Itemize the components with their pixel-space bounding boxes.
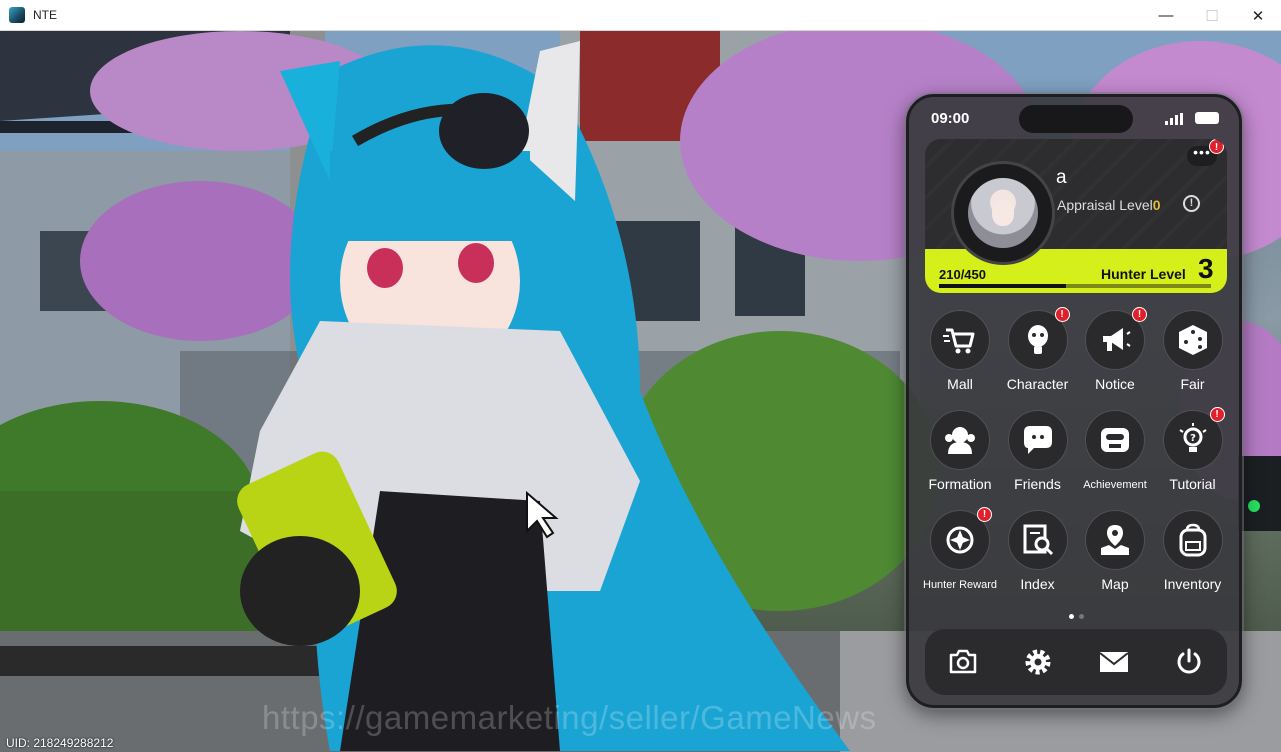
exp-text: 210/450 — [939, 267, 986, 282]
phone-dock — [925, 629, 1227, 695]
app-icon — [9, 7, 25, 23]
watermark-text: https://gamemarketing/seller/GameNews — [262, 699, 877, 736]
uid-label: UID: 218249288212 — [6, 736, 114, 750]
achievement-button[interactable] — [1085, 410, 1145, 470]
menu-tile-label: Tutorial — [1169, 476, 1216, 492]
achievement-icon — [1101, 428, 1129, 452]
menu-tile-index[interactable]: Index — [999, 510, 1077, 602]
exp-progress-track — [939, 284, 1211, 288]
settings-icon — [1025, 649, 1051, 675]
camera-icon — [949, 649, 976, 674]
window-title: NTE — [33, 8, 57, 22]
profile-card[interactable]: ••• ! a Appraisal Level0 ! 210/450 Hunte… — [925, 139, 1227, 293]
menu-tile-label: Friends — [1014, 476, 1061, 492]
map-icon — [1101, 525, 1129, 555]
dice-icon — [1178, 325, 1207, 355]
svg-text:?: ? — [1190, 433, 1196, 444]
menu-tile-notice[interactable]: ! Notice — [1076, 307, 1154, 402]
window-titlebar: NTE — ☐ ✕ — [0, 0, 1281, 31]
menu-tile-label: Formation — [928, 476, 992, 492]
menu-tile-label: Fair — [1180, 376, 1205, 392]
appraisal-label: Appraisal Level — [1057, 197, 1153, 213]
menu-tile-hunter-reward[interactable]: ! Hunter Reward — [921, 507, 999, 602]
phone-menu: 09:00 ••• ! a Appraisal Level0 ! 210/450… — [906, 94, 1242, 708]
menu-tile-formation[interactable]: Formation — [921, 410, 999, 502]
formation-icon — [945, 427, 975, 454]
mail-icon — [1099, 652, 1129, 672]
page-dot-active[interactable] — [1069, 614, 1074, 619]
menu-tile-map[interactable]: Map — [1076, 510, 1154, 602]
avatar-frame[interactable] — [951, 161, 1055, 265]
mall-button[interactable] — [930, 310, 990, 370]
menu-tile-fair[interactable]: Fair — [1154, 310, 1232, 402]
power-button[interactable] — [1169, 642, 1209, 682]
minimize-button[interactable]: — — [1143, 0, 1189, 31]
notification-badge-icon: ! — [1054, 307, 1070, 322]
menu-tile-achievement[interactable]: Achievement — [1076, 410, 1154, 502]
crosshair-icon — [946, 526, 974, 554]
exp-progress-fill — [939, 284, 1066, 288]
more-badge-icon: ! — [1209, 139, 1224, 154]
menu-tile-label: Achievement — [1083, 479, 1147, 491]
index-button[interactable] — [1007, 510, 1068, 570]
window-controls: — ☐ ✕ — [1143, 0, 1281, 31]
menu-tile-label: Hunter Reward — [923, 579, 997, 591]
menu-tile-inventory[interactable]: Inventory — [1154, 510, 1232, 602]
menu-tile-character[interactable]: ! Character — [999, 307, 1077, 402]
menu-tile-label: Character — [1006, 376, 1069, 392]
battery-icon — [1195, 112, 1219, 124]
signal-icon — [1165, 113, 1183, 125]
menu-tile-label: Map — [1101, 576, 1129, 592]
menu-tile-label: Inventory — [1163, 576, 1222, 592]
maximize-button[interactable]: ☐ — [1189, 0, 1235, 31]
menu-tile-mall[interactable]: Mall — [921, 310, 999, 402]
hunter-level-label: Hunter Level — [1101, 266, 1186, 282]
menu-tile-label: Index — [1020, 576, 1055, 592]
character-icon — [1027, 325, 1048, 354]
formation-button[interactable] — [930, 410, 990, 470]
cart-icon — [943, 328, 975, 354]
appraisal-level: Appraisal Level0 — [1057, 197, 1161, 213]
camera-button[interactable] — [943, 642, 983, 682]
megaphone-icon — [1103, 328, 1131, 351]
avatar-face — [992, 200, 1014, 226]
status-time: 09:00 — [931, 110, 970, 127]
chat-icon — [1023, 426, 1052, 454]
player-name: a — [1056, 167, 1067, 188]
notification-badge-icon: ! — [1132, 307, 1147, 322]
page-indicator — [1069, 614, 1084, 619]
close-button[interactable]: ✕ — [1235, 0, 1281, 31]
power-icon — [1177, 648, 1201, 674]
notification-badge-icon: ! — [1209, 407, 1225, 422]
fair-button[interactable] — [1162, 310, 1223, 370]
appraisal-level-value: 0 — [1152, 197, 1161, 213]
page-dot[interactable] — [1079, 614, 1084, 619]
map-button[interactable] — [1085, 510, 1145, 570]
index-icon — [1023, 524, 1053, 556]
menu-tile-tutorial[interactable]: ?! Tutorial — [1154, 407, 1232, 502]
backpack-icon — [1179, 523, 1206, 557]
mail-button[interactable] — [1094, 642, 1134, 682]
phone-notch — [1019, 105, 1133, 133]
menu-tile-label: Notice — [1095, 376, 1135, 392]
friends-button[interactable] — [1007, 410, 1068, 470]
menu-tile-label: Mall — [947, 376, 973, 392]
settings-button[interactable] — [1018, 642, 1058, 682]
notification-badge-icon: ! — [977, 507, 992, 522]
bulb-icon: ? — [1178, 423, 1207, 452]
inventory-button[interactable] — [1162, 510, 1223, 570]
menu-tile-friends[interactable]: Friends — [999, 410, 1077, 502]
hunter-level-value: 3 — [1198, 253, 1214, 284]
avatar — [968, 178, 1038, 248]
info-icon[interactable]: ! — [1183, 195, 1200, 212]
